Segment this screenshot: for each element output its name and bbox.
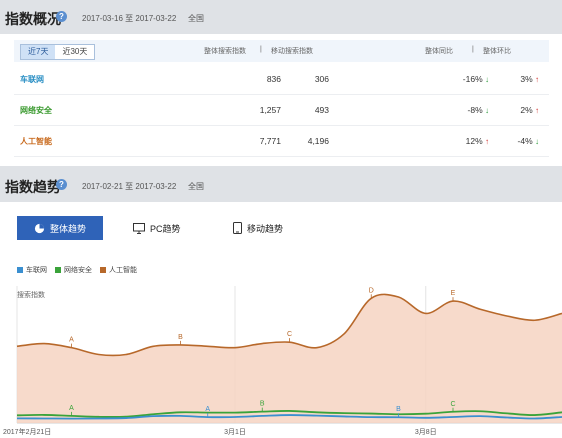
col-separator: | xyxy=(260,46,262,53)
overview-date-range: 2017-03-16 至 2017-03-22 xyxy=(82,14,177,23)
mom-value: -4% ↓ xyxy=(517,136,539,146)
col-overall-index: 整体搜索指数 xyxy=(204,48,246,55)
yoy-value: -8% ↓ xyxy=(467,105,489,115)
point-label: A xyxy=(69,405,74,412)
point-label: A xyxy=(69,337,74,344)
overview-title: 指数概况 xyxy=(5,11,61,27)
legend-item[interactable]: 车联网 xyxy=(17,265,47,275)
col-mobile-index: 移动搜索指数 xyxy=(271,48,313,55)
point-label: D xyxy=(369,287,374,294)
pc-trend-label: PC趋势 xyxy=(150,223,181,234)
x-tick-label: 3月8日 xyxy=(415,428,437,436)
overall-trend-button[interactable]: 整体趋势 xyxy=(17,216,103,240)
help-icon[interactable]: ? xyxy=(56,179,67,190)
overall-index: 7,771 xyxy=(259,136,281,146)
trend-chart: A B C D E A A B B C 2017年2月21日 3月1日 3月8日 xyxy=(3,286,562,436)
mobile-trend-button[interactable]: 移动趋势 xyxy=(233,216,283,240)
legend-label: 人工智能 xyxy=(109,267,137,274)
mobile-phone-icon xyxy=(233,222,242,234)
trend-date-range: 2017-02-21 至 2017-03-22 xyxy=(82,182,177,191)
keyword-link[interactable]: 车联网 xyxy=(20,74,44,85)
yoy-value: -16% ↓ xyxy=(462,74,489,84)
tab-30-days[interactable]: 近30天 xyxy=(55,45,95,59)
legend-swatch xyxy=(55,267,61,273)
yoy-value: 12% ↑ xyxy=(465,136,489,146)
pc-trend-button[interactable]: PC趋势 xyxy=(133,216,181,240)
x-tick-label: 2017年2月21日 xyxy=(3,427,51,436)
point-label: E xyxy=(451,290,456,297)
help-icon[interactable]: ? xyxy=(56,11,67,22)
point-label: B xyxy=(178,334,183,341)
legend-swatch xyxy=(100,267,106,273)
trend-header: 指数趋势 ? 2017-02-21 至 2017-03-22 全国 xyxy=(0,166,562,202)
mobile-index: 4,196 xyxy=(307,136,329,146)
period-tabs: 近7天 近30天 xyxy=(20,44,96,60)
overall-index: 836 xyxy=(266,74,281,84)
overview-table-header: 近7天 近30天 整体搜索指数 | 移动搜索指数 整体同比 | 整体环比 xyxy=(14,40,549,62)
mobile-index: 493 xyxy=(314,105,329,115)
overall-trend-label: 整体趋势 xyxy=(49,223,86,234)
mom-value: 2% ↑ xyxy=(520,105,539,115)
x-tick-label: 3月1日 xyxy=(224,428,246,436)
table-row: 网络安全 1,257 493 -8% ↓ 2% ↑ xyxy=(14,95,549,126)
legend-label: 车联网 xyxy=(26,267,47,274)
mobile-index: 306 xyxy=(314,74,329,84)
legend-label: 网络安全 xyxy=(64,267,92,274)
table-row: 人工智能 7,771 4,196 12% ↑ -4% ↓ xyxy=(14,126,549,157)
col-mom: 整体环比 xyxy=(483,48,511,55)
point-label: B xyxy=(396,406,401,413)
point-label: B xyxy=(260,401,265,408)
trend-region: 全国 xyxy=(188,182,204,191)
monitor-icon xyxy=(133,222,145,234)
point-label: C xyxy=(287,331,292,338)
mom-value: 3% ↑ xyxy=(520,74,539,84)
keyword-link[interactable]: 网络安全 xyxy=(20,105,52,116)
legend-item[interactable]: 网络安全 xyxy=(55,265,92,275)
point-label: C xyxy=(450,401,455,408)
overall-index: 1,257 xyxy=(259,105,281,115)
col-separator: | xyxy=(472,46,474,53)
overview-region: 全国 xyxy=(188,14,204,23)
table-row: 车联网 836 306 -16% ↓ 3% ↑ xyxy=(14,64,549,95)
y-axis-title: 搜索指数 xyxy=(17,292,45,299)
tab-7-days[interactable]: 近7天 xyxy=(21,45,56,59)
point-label: A xyxy=(205,406,210,413)
pie-chart-icon xyxy=(34,223,45,233)
col-yoy: 整体同比 xyxy=(425,48,453,55)
legend-item[interactable]: 人工智能 xyxy=(100,265,137,275)
chart-legend: 车联网 网络安全 人工智能 xyxy=(17,265,145,275)
overview-header: 指数概况 ? 2017-03-16 至 2017-03-22 全国 xyxy=(0,0,562,34)
trend-title: 指数趋势 xyxy=(5,179,61,195)
mobile-trend-label: 移动趋势 xyxy=(247,223,284,234)
series-area xyxy=(17,294,562,423)
legend-swatch xyxy=(17,267,23,273)
keyword-link[interactable]: 人工智能 xyxy=(20,136,52,147)
